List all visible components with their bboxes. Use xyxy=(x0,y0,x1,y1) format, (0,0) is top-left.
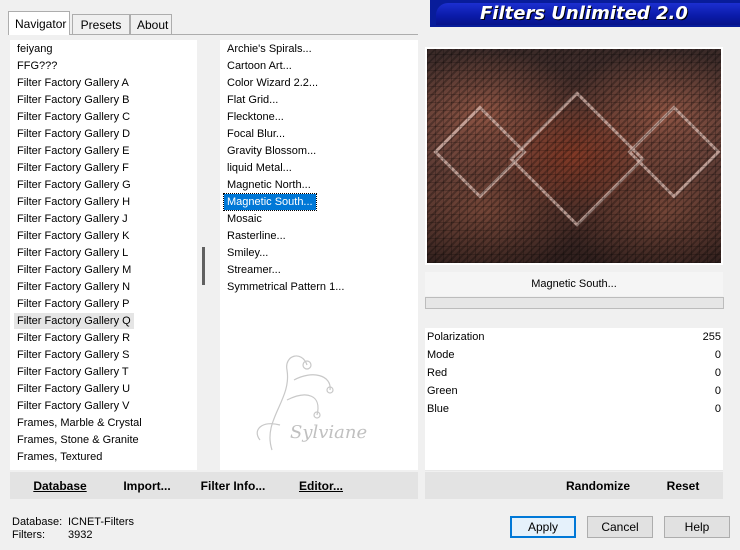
category-item[interactable]: Frames, Stone & Granite xyxy=(14,432,142,448)
filter-item[interactable]: Gravity Blossom... xyxy=(224,143,319,159)
category-item[interactable]: Filter Factory Gallery U xyxy=(14,381,133,397)
category-item[interactable]: Filter Factory Gallery E xyxy=(14,143,132,159)
reset-button[interactable]: Reset xyxy=(660,476,706,496)
filter-info-button[interactable]: Filter Info... xyxy=(198,476,268,496)
param-row[interactable]: Blue 0 xyxy=(425,400,723,419)
import-button-label: Import... xyxy=(123,479,171,493)
param-row[interactable]: Polarization 255 xyxy=(425,328,723,347)
param-row[interactable]: Green 0 xyxy=(425,382,723,401)
param-label: Polarization xyxy=(427,331,485,343)
database-button-label: Database xyxy=(33,479,87,493)
param-empty-row xyxy=(425,418,723,437)
filter-item[interactable]: Magnetic North... xyxy=(224,177,314,193)
filter-item[interactable]: Color Wizard 2.2... xyxy=(224,75,321,91)
filter-list[interactable]: Archie's Spirals... Cartoon Art... Color W… xyxy=(220,40,418,470)
param-row[interactable]: Mode 0 xyxy=(425,346,723,365)
status-filters-value: 3932 xyxy=(68,529,93,541)
category-item[interactable]: Filter Factory Gallery L xyxy=(14,245,131,261)
category-item[interactable]: Frames, Marble & Crystal xyxy=(14,415,145,431)
status-database-value: ICNET-Filters xyxy=(68,516,134,528)
randomize-button[interactable]: Randomize xyxy=(563,476,633,496)
watermark-signature: Sylviane xyxy=(290,422,368,443)
tab-navigator[interactable]: Navigator xyxy=(8,11,70,35)
app-title: Filters Unlimited 2.0 xyxy=(480,3,688,24)
category-scroll-thumb[interactable] xyxy=(202,247,205,285)
cancel-button[interactable]: Cancel xyxy=(587,516,653,538)
preview-diamond-right xyxy=(627,105,721,199)
tab-presets[interactable]: Presets xyxy=(72,14,130,34)
category-item[interactable]: Filter Factory Gallery R xyxy=(14,330,133,346)
param-label: Red xyxy=(427,367,448,379)
preview-diamond-left xyxy=(433,105,527,199)
param-value[interactable]: 0 xyxy=(715,364,721,382)
tab-about[interactable]: About xyxy=(130,14,172,34)
filter-item[interactable]: Flecktone... xyxy=(224,109,287,125)
filter-item[interactable]: Mosaic xyxy=(224,211,265,227)
import-button[interactable]: Import... xyxy=(118,476,176,496)
param-empty-row xyxy=(425,454,723,471)
filter-item[interactable]: liquid Metal... xyxy=(224,160,295,176)
filter-item[interactable]: Rasterline... xyxy=(224,228,289,244)
category-item[interactable]: Filter Factory Gallery G xyxy=(14,177,134,193)
help-button[interactable]: Help xyxy=(664,516,730,538)
progress-bar xyxy=(425,297,724,309)
param-value[interactable]: 0 xyxy=(715,400,721,418)
category-item[interactable]: Filter Factory Gallery S xyxy=(14,347,132,363)
category-item[interactable]: Filter Factory Gallery B xyxy=(14,92,132,108)
randomize-button-label: Randomize xyxy=(565,479,630,493)
filter-info-button-label: Filter Info... xyxy=(200,479,266,493)
preview-diamond-center xyxy=(509,91,645,227)
filter-item[interactable]: Focal Blur... xyxy=(224,126,288,142)
apply-button[interactable]: Apply xyxy=(510,516,576,538)
category-item[interactable]: FFG??? xyxy=(14,58,60,74)
category-item[interactable]: Filter Factory Gallery D xyxy=(14,126,133,142)
selected-filter-name: Magnetic South... xyxy=(425,272,723,296)
filter-item[interactable]: Flat Grid... xyxy=(224,92,281,108)
category-item[interactable]: Filter Factory Gallery V xyxy=(14,398,132,414)
param-row[interactable]: Red 0 xyxy=(425,364,723,383)
category-item[interactable]: Filter Factory Gallery A xyxy=(14,75,132,91)
param-label: Mode xyxy=(427,349,455,361)
category-item[interactable]: Filter Factory Gallery J xyxy=(14,211,131,227)
category-item[interactable]: Filter Factory Gallery P xyxy=(14,296,132,312)
category-item[interactable]: Filter Factory Gallery C xyxy=(14,109,133,125)
category-item[interactable]: feiyang xyxy=(14,41,55,57)
filter-item[interactable]: Archie's Spirals... xyxy=(224,41,315,57)
param-value[interactable]: 255 xyxy=(703,328,721,346)
category-item[interactable]: Filter Factory Gallery T xyxy=(14,364,132,380)
param-value[interactable]: 0 xyxy=(715,382,721,400)
preview-image xyxy=(427,49,721,263)
filter-item[interactable]: Streamer... xyxy=(224,262,284,278)
category-item[interactable]: Filter Factory Gallery Q xyxy=(14,313,134,329)
status-filters-label: Filters: xyxy=(12,529,45,541)
category-item[interactable]: Filter Factory Gallery K xyxy=(14,228,132,244)
editor-button-label: Editor... xyxy=(298,479,343,493)
category-item[interactable]: Filter Factory Gallery H xyxy=(14,194,133,210)
param-value[interactable]: 0 xyxy=(715,346,721,364)
filter-item[interactable]: Symmetrical Pattern 1... xyxy=(224,279,347,295)
filter-item[interactable]: Magnetic South... xyxy=(223,193,317,211)
category-item[interactable]: Frames, Textured xyxy=(14,449,105,465)
param-label: Green xyxy=(427,385,458,397)
category-item[interactable]: Filter Factory Gallery N xyxy=(14,279,133,295)
filter-item[interactable]: Cartoon Art... xyxy=(224,58,295,74)
database-button[interactable]: Database xyxy=(26,476,94,496)
category-item[interactable]: Filter Factory Gallery M xyxy=(14,262,134,278)
category-list[interactable]: feiyang FFG??? Filter Factory Gallery A Fil… xyxy=(10,40,197,470)
filter-item[interactable]: Smiley... xyxy=(224,245,271,261)
reset-button-label: Reset xyxy=(666,479,700,493)
param-label: Blue xyxy=(427,403,450,415)
status-database-label: Database: xyxy=(12,516,63,528)
editor-button[interactable]: Editor... xyxy=(295,476,347,496)
category-item[interactable]: Filter Factory Gallery F xyxy=(14,160,132,176)
param-empty-row xyxy=(425,436,723,455)
